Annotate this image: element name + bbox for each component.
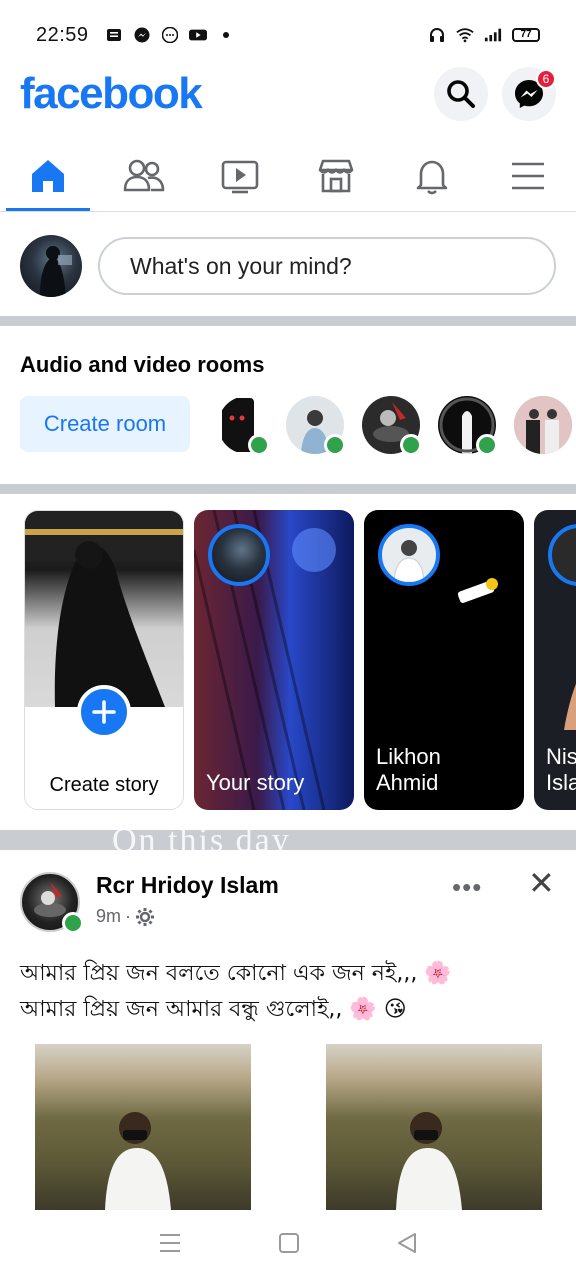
your-story-card[interactable]: Your story <box>194 510 354 810</box>
chat-icon <box>161 26 179 44</box>
create-room-button[interactable]: Create room <box>20 396 190 452</box>
messenger-badge: 6 <box>536 69 556 89</box>
create-story-photo <box>25 511 183 707</box>
menu-icon <box>512 162 544 189</box>
messenger-icon <box>133 26 151 44</box>
story-card[interactable]: Likhon Ahmid <box>364 510 524 810</box>
home-icon <box>32 159 64 192</box>
profile-avatar[interactable] <box>20 235 82 297</box>
status-time: 22:59 <box>36 23 89 46</box>
tab-notifications[interactable] <box>384 140 480 211</box>
story-avatar <box>208 524 270 586</box>
dot-icon <box>217 26 235 44</box>
on-this-day-banner: On this day <box>0 830 576 850</box>
online-indicator <box>62 912 84 934</box>
story-card[interactable]: Nis Isla <box>534 510 576 810</box>
online-indicator <box>248 434 270 456</box>
system-nav-bar <box>0 1210 576 1280</box>
post-text-line: আমার প্রিয় জন বলতে কোনো এক জন নই,,, 🌸 <box>20 961 452 986</box>
post-photo[interactable] <box>326 1044 542 1210</box>
create-story-card[interactable]: Create story <box>24 510 184 810</box>
video-icon <box>221 160 259 193</box>
sticker-icon <box>457 578 498 603</box>
status-notifications <box>105 26 235 44</box>
hide-post-button[interactable]: ✕ <box>528 864 555 902</box>
tab-home[interactable] <box>0 140 96 211</box>
rooms-title: Audio and video rooms <box>20 352 265 377</box>
stories-row: Create story Your story Likhon Ahmid Nis… <box>0 498 576 828</box>
tab-friends[interactable] <box>96 140 192 211</box>
gear-icon <box>136 907 155 926</box>
app-header: facebook 6 <box>0 62 576 126</box>
search-icon <box>447 80 475 108</box>
post-composer: What's on your mind? <box>0 218 576 314</box>
store-icon <box>318 159 354 192</box>
add-story-button[interactable] <box>77 685 131 739</box>
post-options-button[interactable]: ••• <box>452 872 482 903</box>
post-author-name[interactable]: Rcr Hridoy Islam <box>96 872 279 899</box>
messenger-button[interactable]: 6 <box>502 67 556 121</box>
home-button-icon <box>279 1232 299 1253</box>
tab-menu[interactable] <box>480 140 576 211</box>
room-avatar[interactable] <box>514 396 572 454</box>
post-meta: 9m · <box>96 906 155 927</box>
main-tabs <box>0 140 576 212</box>
tab-watch[interactable] <box>192 140 288 211</box>
friends-icon <box>123 159 165 191</box>
rooms-section: Audio and video rooms Create room <box>0 336 576 486</box>
post-photo[interactable] <box>35 1044 251 1210</box>
online-indicator <box>400 434 422 456</box>
status-bar: 22:59 77 <box>0 0 576 70</box>
wifi-icon <box>456 26 474 44</box>
recent-apps-icon <box>160 1233 180 1252</box>
status-input[interactable]: What's on your mind? <box>98 237 556 295</box>
facebook-logo[interactable]: facebook <box>20 69 203 119</box>
bell-icon <box>416 160 448 194</box>
your-story-label: Your story <box>206 770 305 795</box>
post-time[interactable]: 9m <box>96 906 121 927</box>
youtube-icon <box>188 26 207 44</box>
online-indicator <box>476 434 498 456</box>
notification-icon <box>105 26 123 44</box>
section-divider <box>0 316 576 326</box>
feed-post: Rcr Hridoy Islam 9m · ••• ✕ আমার প্রিয় … <box>0 850 576 1210</box>
online-indicator <box>324 434 346 456</box>
create-story-label: Create story <box>49 774 159 796</box>
battery-icon: 77 <box>512 28 540 42</box>
post-body: আমার প্রিয় জন বলতে কোনো এক জন নই,,, 🌸 আ… <box>20 956 560 1028</box>
on-this-day-text: On this day <box>112 830 291 850</box>
story-author-label: Nis Isla <box>546 744 576 795</box>
post-text-line: আমার প্রিয় জন আমার বন্ধু গুলোই,, 🌸 😘 <box>20 997 407 1022</box>
search-button[interactable] <box>434 67 488 121</box>
headphones-icon <box>428 26 446 44</box>
story-avatar <box>378 524 440 586</box>
story-avatar <box>548 524 576 586</box>
plus-icon <box>92 700 116 724</box>
meta-separator: · <box>125 906 132 926</box>
section-divider <box>0 484 576 494</box>
tab-marketplace[interactable] <box>288 140 384 211</box>
home-button[interactable] <box>278 1232 300 1259</box>
status-right: 77 <box>428 26 540 44</box>
header-actions: 6 <box>434 67 556 121</box>
signal-icon <box>484 26 502 44</box>
back-icon <box>398 1232 416 1253</box>
recent-apps-button[interactable] <box>158 1232 182 1259</box>
back-button[interactable] <box>396 1232 418 1259</box>
story-author-label: Likhon Ahmid <box>376 744 441 795</box>
